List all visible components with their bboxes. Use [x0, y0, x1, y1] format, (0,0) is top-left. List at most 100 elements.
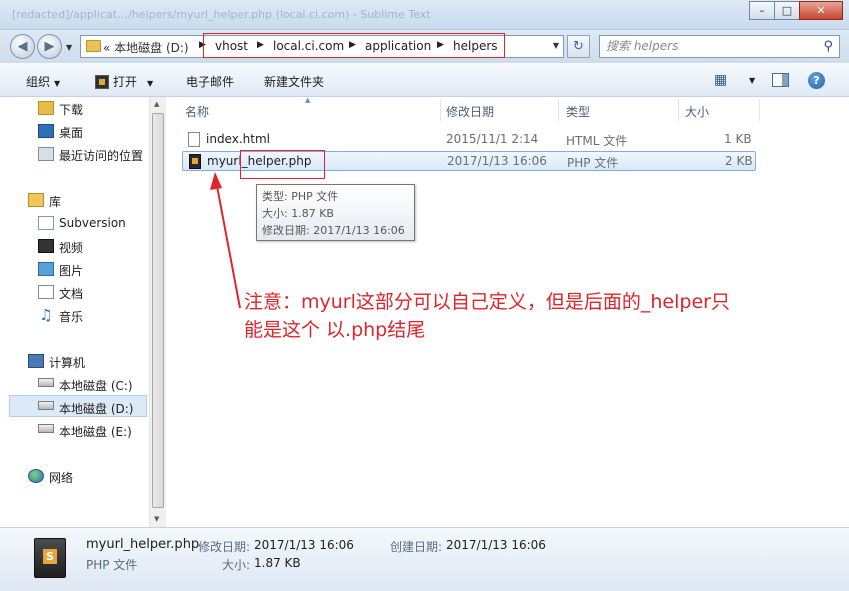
column-header-type[interactable]: 类型	[566, 103, 590, 120]
column-header-size[interactable]: 大小	[685, 103, 709, 120]
file-size: 1 KB	[724, 132, 752, 146]
view-options-dropdown-icon[interactable]: ▼	[749, 76, 755, 85]
file-size: 2 KB	[725, 154, 753, 168]
sidebar-scrollbar[interactable]: ▲ ▼	[149, 97, 166, 527]
navigation-pane: 下载 桌面 最近访问的位置 库 Subversion 视频 图片 文档 ♫ 音乐…	[0, 97, 149, 527]
sidebar-item-computer[interactable]: 计算机	[49, 354, 85, 371]
details-filename: myurl_helper.php	[86, 537, 200, 552]
annotation-line-1: 注意：myurl这部分可以自己定义，但是后面的_helper只	[244, 291, 730, 313]
back-button[interactable]: ◀	[10, 34, 35, 59]
column-header-name[interactable]: 名称	[185, 103, 209, 120]
drive-d-icon	[38, 401, 54, 410]
forward-button[interactable]: ▶	[37, 34, 62, 59]
details-modified-value: 2017/1/13 16:06	[254, 538, 354, 552]
sidebar-item-network[interactable]: 网络	[49, 469, 73, 486]
refresh-button[interactable]: ↻	[567, 35, 590, 58]
table-row[interactable]: index.html 2015/11/1 2:14 HTML 文件 1 KB	[182, 130, 756, 150]
open-menu[interactable]: 打开 ▼	[95, 73, 153, 90]
command-bar: 组织 ▼ 打开 ▼ 电子邮件 新建文件夹 ▦ ▼ ?	[0, 63, 849, 97]
highlight-box-suffix	[240, 150, 325, 179]
preview-pane-icon[interactable]	[772, 73, 789, 87]
scrollbar-thumb[interactable]	[152, 113, 164, 508]
pictures-icon	[38, 262, 54, 276]
file-type: HTML 文件	[566, 134, 628, 148]
column-divider[interactable]	[678, 99, 679, 121]
tooltip-modified: 修改日期: 2017/1/13 16:06	[262, 224, 405, 237]
documents-icon	[38, 285, 54, 299]
minimize-button[interactable]: –	[749, 1, 775, 20]
search-box[interactable]: ⚲	[599, 35, 840, 58]
title-bar: [redacted]/applicat…/helpers/myurl_helpe…	[0, 0, 849, 30]
computer-icon	[28, 354, 44, 368]
organize-menu[interactable]: 组织 ▼	[26, 73, 60, 90]
scroll-down-icon[interactable]: ▼	[154, 515, 159, 523]
sidebar-item-drive-c[interactable]: 本地磁盘 (C:)	[59, 377, 133, 394]
file-tooltip: 类型: PHP 文件 大小: 1.87 KB 修改日期: 2017/1/13 1…	[256, 184, 415, 241]
sidebar-item-downloads[interactable]: 下载	[59, 101, 83, 118]
annotation-line-2: 能是这个 以.php结尾	[244, 319, 426, 341]
tooltip-type: 类型: PHP 文件	[262, 190, 339, 203]
subversion-library-icon	[38, 216, 54, 230]
column-divider[interactable]	[440, 99, 441, 121]
details-filetype: PHP 文件	[86, 558, 138, 572]
sidebar-item-videos[interactable]: 视频	[59, 239, 83, 256]
downloads-folder-icon	[38, 101, 54, 115]
sidebar-item-documents[interactable]: 文档	[59, 285, 83, 302]
details-size-label: 大小:	[222, 558, 251, 572]
sidebar-item-libraries[interactable]: 库	[49, 193, 61, 210]
change-view-icon[interactable]: ▦	[714, 72, 727, 88]
tooltip-size: 大小: 1.87 KB	[262, 207, 334, 220]
libraries-icon	[28, 193, 44, 207]
sort-ascending-icon: ▲	[305, 96, 311, 104]
back-arrow-icon: ◀	[17, 39, 28, 54]
sidebar-item-pictures[interactable]: 图片	[59, 262, 83, 279]
file-modified: 2015/11/1 2:14	[446, 132, 539, 146]
breadcrumb-drive[interactable]: « 本地磁盘 (D:)	[103, 39, 189, 56]
forward-arrow-icon: ▶	[44, 39, 55, 54]
column-divider[interactable]	[558, 99, 559, 121]
folder-icon	[86, 40, 101, 52]
network-icon	[28, 469, 44, 483]
navigation-bar: ◀ ▶ ▼ « 本地磁盘 (D:) ▶ vhost ▶ local.ci.com…	[0, 30, 849, 63]
search-input[interactable]	[606, 39, 806, 53]
recent-pages-dropdown-icon[interactable]: ▼	[66, 43, 72, 52]
organize-label: 组织	[26, 75, 51, 89]
details-created-label: 创建日期:	[390, 540, 443, 554]
details-created-value: 2017/1/13 16:06	[446, 538, 546, 552]
sublime-text-icon	[95, 75, 109, 89]
html-file-icon	[188, 132, 200, 147]
file-modified: 2017/1/13 16:06	[447, 154, 547, 168]
recent-places-icon	[38, 147, 54, 161]
file-name: index.html	[206, 132, 270, 146]
sidebar-item-drive-d[interactable]: 本地磁盘 (D:)	[59, 400, 133, 417]
column-divider[interactable]	[759, 99, 760, 121]
desktop-icon	[38, 124, 54, 138]
new-folder-button[interactable]: 新建文件夹	[264, 73, 324, 90]
window-controls: – □ ✕	[749, 1, 843, 20]
sublime-file-icon	[34, 538, 66, 578]
close-button[interactable]: ✕	[799, 1, 843, 20]
address-dropdown-icon[interactable]: ▼	[553, 41, 559, 50]
email-button[interactable]: 电子邮件	[186, 73, 234, 90]
drive-c-icon	[38, 378, 54, 387]
search-icon[interactable]: ⚲	[823, 39, 833, 54]
maximize-button[interactable]: □	[774, 1, 800, 20]
sidebar-item-desktop[interactable]: 桌面	[59, 124, 83, 141]
window-title: [redacted]/applicat…/helpers/myurl_helpe…	[12, 8, 431, 21]
details-pane: myurl_helper.php PHP 文件 修改日期: 2017/1/13 …	[0, 527, 849, 591]
column-header-modified[interactable]: 修改日期	[446, 103, 494, 120]
open-label: 打开	[113, 75, 138, 89]
refresh-icon: ↻	[573, 39, 584, 54]
videos-icon	[38, 239, 54, 253]
highlight-box-path	[203, 33, 505, 58]
chevron-down-icon: ▼	[147, 79, 154, 88]
file-type: PHP 文件	[567, 156, 619, 170]
sidebar-item-drive-e[interactable]: 本地磁盘 (E:)	[59, 423, 132, 440]
scroll-up-icon[interactable]: ▲	[154, 100, 159, 108]
chevron-down-icon: ▼	[54, 79, 61, 88]
sidebar-item-subversion[interactable]: Subversion	[59, 216, 126, 230]
help-icon[interactable]: ?	[808, 72, 825, 89]
sidebar-item-music[interactable]: 音乐	[59, 308, 83, 325]
music-icon: ♫	[39, 306, 53, 324]
sidebar-item-recent-places[interactable]: 最近访问的位置	[59, 147, 143, 164]
